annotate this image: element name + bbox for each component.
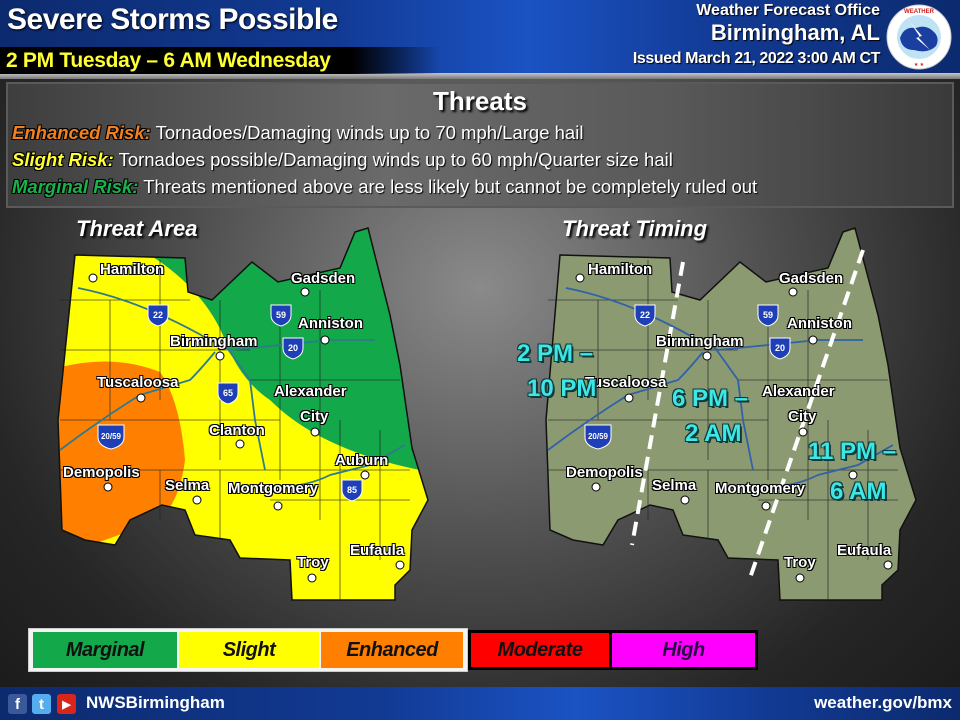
timing-window-3-end: 6 AM [830, 478, 887, 505]
city-dot [273, 501, 283, 511]
twitter-icon[interactable]: t [32, 694, 51, 714]
timing-window-2-start: 6 PM – [672, 385, 749, 412]
svg-text:59: 59 [276, 310, 286, 320]
city-label-montgomery: Montgomery [715, 480, 805, 497]
city-dot [103, 482, 113, 492]
city-label-city: City [300, 408, 329, 425]
city-dot [310, 427, 320, 437]
city-dot [883, 560, 893, 570]
i59-shield-icon: 59 [757, 304, 779, 327]
city-label-hamilton: Hamilton [588, 261, 653, 278]
city-label-gadsden: Gadsden [779, 270, 844, 287]
svg-text:22: 22 [153, 310, 163, 320]
svg-text:20/59: 20/59 [101, 432, 122, 441]
city-dot [575, 273, 585, 283]
city-dot [702, 351, 712, 361]
city-dot [235, 439, 245, 449]
city-label-eufaula: Eufaula [350, 542, 405, 559]
city-dot [761, 501, 771, 511]
city-dot [320, 335, 330, 345]
youtube-icon[interactable]: ▶ [57, 694, 76, 714]
city-label-birmingham: Birmingham [656, 333, 744, 350]
legend-high: High [612, 633, 755, 667]
city-label-eufaula: Eufaula [837, 542, 892, 559]
i20-shield-icon: 20 [282, 337, 304, 360]
svg-text:22: 22 [640, 310, 650, 320]
city-label-alexander: Alexander [762, 383, 835, 400]
city-dot [307, 573, 317, 583]
svg-text:65: 65 [223, 388, 233, 398]
svg-text:59: 59 [763, 310, 773, 320]
city-label-birmingham: Birmingham [170, 333, 258, 350]
i22-shield-icon: 22 [147, 304, 169, 327]
maps-canvas: 22 59 20 65 20/59 85 22 59 20 20/59 [57, 227, 917, 601]
legend-moderate: Moderate [471, 633, 609, 667]
i59-shield-icon: 59 [270, 304, 292, 327]
city-label-clanton: Clanton [209, 422, 265, 439]
city-label-selma: Selma [652, 477, 697, 494]
city-label-demopolis: Demopolis [566, 464, 643, 481]
i65-shield-icon: 65 [217, 382, 239, 405]
social-handle[interactable]: NWSBirmingham [86, 693, 225, 713]
city-label-anniston: Anniston [298, 315, 363, 332]
legend-slight: Slight [179, 632, 319, 668]
city-dot [591, 482, 601, 492]
city-label-montgomery: Montgomery [228, 480, 318, 497]
city-dot [624, 393, 634, 403]
city-label-hamilton: Hamilton [100, 261, 165, 278]
city-dot [136, 393, 146, 403]
city-dot [300, 287, 310, 297]
city-dot [215, 351, 225, 361]
i20-shield-icon: 20 [769, 337, 791, 360]
i22-shield-icon: 22 [634, 304, 656, 327]
timing-window-1-start: 2 PM – [517, 340, 594, 367]
city-dot [680, 495, 690, 505]
enhanced-risk-region [58, 361, 185, 560]
website-link[interactable]: weather.gov/bmx [814, 693, 952, 713]
legend-marginal: Marginal [33, 632, 177, 668]
threat-area-title: Threat Area [76, 216, 198, 241]
city-dot [192, 495, 202, 505]
svg-text:20/59: 20/59 [588, 432, 609, 441]
i2059-shield-icon: 20/59 [584, 424, 612, 450]
city-dot [360, 470, 370, 480]
city-label-selma: Selma [165, 477, 210, 494]
city-dot [795, 573, 805, 583]
city-label-demopolis: Demopolis [63, 464, 140, 481]
i2059-shield-icon: 20/59 [97, 424, 125, 450]
city-label-troy: Troy [297, 554, 329, 571]
city-dot [808, 335, 818, 345]
city-label-tuscaloosa: Tuscaloosa [97, 374, 179, 391]
svg-text:20: 20 [775, 343, 785, 353]
city-label-anniston: Anniston [787, 315, 852, 332]
city-dot [395, 560, 405, 570]
city-dot [788, 287, 798, 297]
timing-window-1-end: 10 PM [527, 375, 597, 402]
city-label-gadsden: Gadsden [291, 270, 356, 287]
svg-text:20: 20 [288, 343, 298, 353]
city-label-troy: Troy [784, 554, 816, 571]
i85-shield-icon: 85 [341, 479, 363, 502]
city-dot [798, 427, 808, 437]
timing-window-2-end: 2 AM [685, 420, 742, 447]
city-label-tuscaloosa: Tuscaloosa [585, 374, 667, 391]
city-dot [88, 273, 98, 283]
legend-enhanced: Enhanced [321, 632, 463, 668]
threat-timing-title: Threat Timing [562, 216, 708, 241]
city-label-auburn: Auburn [335, 452, 389, 469]
facebook-icon[interactable]: f [8, 694, 27, 714]
timing-window-3-start: 11 PM – [808, 438, 897, 465]
city-label-city: City [788, 408, 817, 425]
svg-text:85: 85 [347, 485, 357, 495]
city-label-alexander: Alexander [274, 383, 347, 400]
